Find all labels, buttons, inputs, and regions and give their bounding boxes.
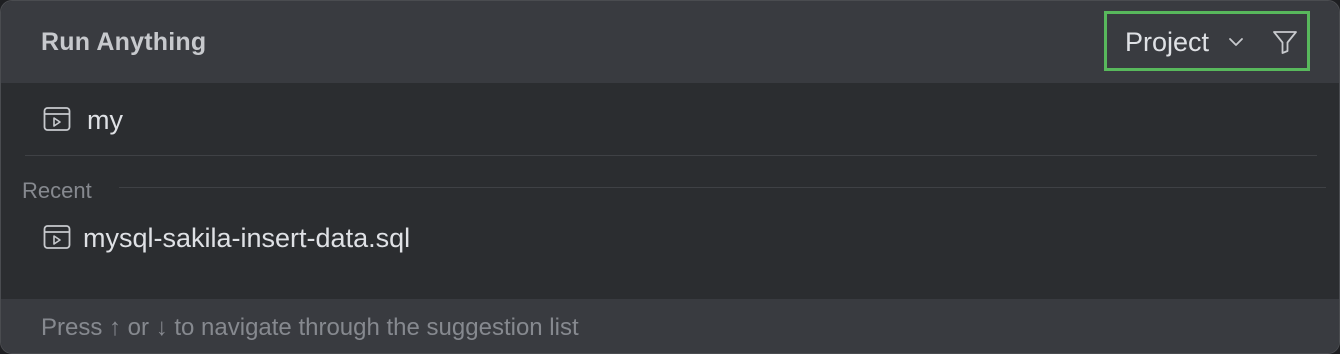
run-configuration-icon: [43, 107, 71, 131]
list-item-label: my: [87, 105, 123, 135]
popup-title: Run Anything: [41, 28, 207, 56]
divider: [25, 155, 1317, 156]
results-list: my Recent mysql-sakila-insert-data.sql: [1, 83, 1339, 299]
popup-header: Run Anything Project: [1, 1, 1339, 83]
list-item[interactable]: my: [1, 97, 1339, 141]
run-configuration-icon: [43, 225, 71, 249]
scope-dropdown[interactable]: Project: [1125, 27, 1209, 58]
popup-footer: Press ↑ or ↓ to navigate through the sug…: [1, 299, 1339, 353]
navigation-hint: Press ↑ or ↓ to navigate through the sug…: [41, 314, 579, 341]
section-divider: [119, 187, 1326, 188]
chevron-down-icon[interactable]: [1227, 33, 1245, 51]
list-item[interactable]: mysql-sakila-insert-data.sql: [1, 215, 1339, 259]
section-header-recent: Recent: [22, 178, 92, 203]
run-anything-popup: Run Anything Project my Recent mysql-sak…: [0, 0, 1340, 354]
list-item-label: mysql-sakila-insert-data.sql: [83, 223, 411, 253]
filter-icon[interactable]: [1271, 28, 1299, 56]
